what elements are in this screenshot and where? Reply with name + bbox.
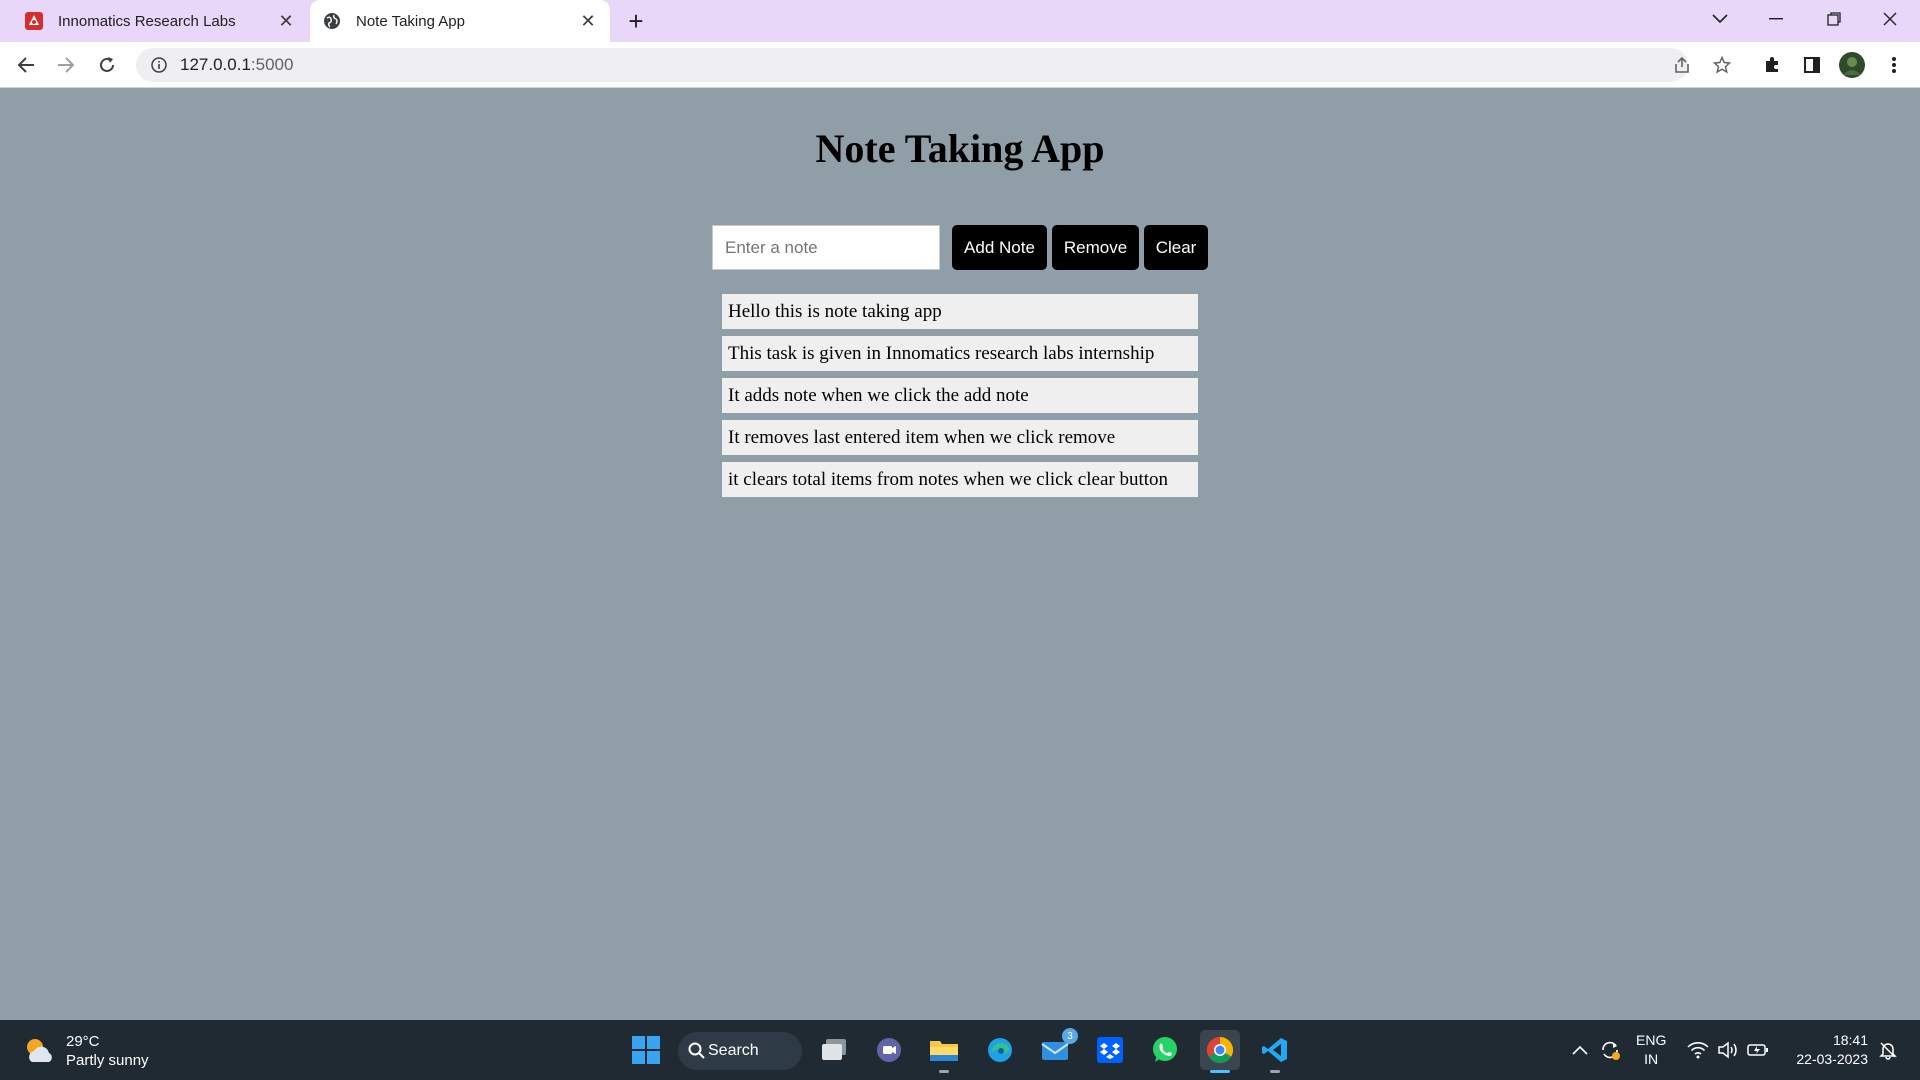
note-item: it clears total items from notes when we… xyxy=(722,462,1198,497)
notes-list: Hello this is note taking app This task … xyxy=(722,294,1198,504)
teams-chat-icon[interactable] xyxy=(869,1030,909,1070)
note-item: It removes last entered item when we cli… xyxy=(722,420,1198,455)
language-code: ENG xyxy=(1636,1032,1667,1048)
clear-button[interactable]: Clear xyxy=(1144,225,1208,270)
add-note-button[interactable]: Add Note xyxy=(952,225,1047,270)
globe-icon xyxy=(322,11,342,31)
tab-innomatics[interactable]: Innomatics Research Labs ✕ xyxy=(12,0,308,42)
windows-taskbar: 29°C Partly sunny Search 3 ENG IN 18:41 … xyxy=(0,1020,1920,1080)
address-bar[interactable]: 127.0.0.1:5000 xyxy=(136,48,1688,82)
restore-button[interactable] xyxy=(1806,0,1862,38)
vscode-icon[interactable] xyxy=(1255,1030,1295,1073)
volume-icon[interactable] xyxy=(1716,1038,1740,1062)
tab-search-chevron-icon[interactable] xyxy=(1692,0,1748,38)
back-arrow-icon[interactable] xyxy=(10,49,42,81)
clock[interactable]: 18:41 22-03-2023 xyxy=(1786,1031,1868,1069)
tab-title: Innomatics Research Labs xyxy=(58,12,236,30)
page-title: Note Taking App xyxy=(815,126,1105,171)
chrome-icon[interactable] xyxy=(1200,1030,1240,1073)
edge-browser-icon[interactable] xyxy=(980,1030,1020,1070)
tab-title: Note Taking App xyxy=(356,12,465,30)
weather-temperature: 29°C xyxy=(66,1033,100,1050)
clock-time: 18:41 xyxy=(1832,1032,1868,1048)
forward-arrow-icon[interactable] xyxy=(50,49,82,81)
search-label: Search xyxy=(708,1042,759,1059)
note-item: It adds note when we click the add note xyxy=(722,378,1198,413)
battery-icon[interactable] xyxy=(1746,1038,1770,1062)
note-input[interactable] xyxy=(712,225,940,270)
close-window-button[interactable] xyxy=(1862,0,1918,38)
site-info-icon[interactable] xyxy=(150,56,168,74)
tab-close-icon[interactable]: ✕ xyxy=(576,9,600,33)
kebab-menu-icon[interactable] xyxy=(1878,49,1910,81)
remove-button[interactable]: Remove xyxy=(1052,225,1139,270)
file-explorer-icon[interactable] xyxy=(924,1030,964,1073)
note-item: This task is given in Innomatics researc… xyxy=(722,336,1198,371)
running-indicator xyxy=(1270,1070,1280,1073)
task-view-icon[interactable] xyxy=(814,1030,854,1070)
tab-close-icon[interactable]: ✕ xyxy=(274,9,298,33)
start-button[interactable] xyxy=(626,1030,666,1070)
minimize-button[interactable] xyxy=(1748,0,1804,38)
url-text: 127.0.0.1:5000 xyxy=(180,55,293,75)
partly-sunny-icon xyxy=(22,1034,56,1068)
tab-strip: Innomatics Research Labs ✕ Note Taking A… xyxy=(0,0,1920,42)
language-indicator[interactable]: ENG IN xyxy=(1636,1031,1666,1069)
extensions-puzzle-icon[interactable] xyxy=(1756,49,1788,81)
running-indicator xyxy=(939,1070,949,1073)
whatsapp-icon[interactable] xyxy=(1145,1030,1185,1070)
url-port: :5000 xyxy=(250,55,294,74)
side-panel-icon[interactable] xyxy=(1796,49,1828,81)
clock-date: 22-03-2023 xyxy=(1796,1051,1868,1067)
mail-badge: 3 xyxy=(1062,1028,1078,1044)
weather-widget[interactable]: 29°C Partly sunny xyxy=(22,1032,149,1070)
weather-description: Partly sunny xyxy=(66,1052,149,1069)
url-host: 127.0.0.1 xyxy=(180,55,251,74)
tab-note-taking-app[interactable]: Note Taking App ✕ xyxy=(310,0,610,42)
profile-avatar[interactable] xyxy=(1836,49,1868,81)
notification-bell-icon[interactable] xyxy=(1876,1038,1900,1062)
page-content: Note Taking App Add Note Remove Clear He… xyxy=(0,89,1920,1020)
browser-toolbar: 127.0.0.1:5000 xyxy=(0,42,1920,88)
bookmark-star-icon[interactable] xyxy=(1706,49,1738,81)
taskbar-search-button[interactable]: Search xyxy=(678,1032,802,1070)
sync-icon[interactable] xyxy=(1598,1038,1622,1062)
share-icon[interactable] xyxy=(1666,49,1698,81)
mail-icon[interactable]: 3 xyxy=(1035,1028,1078,1070)
running-indicator xyxy=(1210,1070,1230,1073)
show-hidden-icons-chevron-icon[interactable] xyxy=(1568,1038,1592,1062)
region-code: IN xyxy=(1644,1051,1659,1067)
note-item: Hello this is note taking app xyxy=(722,294,1198,329)
search-icon xyxy=(688,1042,705,1064)
wifi-icon[interactable] xyxy=(1686,1038,1710,1062)
innomatics-favicon-icon xyxy=(24,11,44,31)
new-tab-button[interactable]: + xyxy=(622,6,650,36)
dropbox-icon[interactable] xyxy=(1090,1030,1130,1070)
reload-icon[interactable] xyxy=(91,49,123,81)
